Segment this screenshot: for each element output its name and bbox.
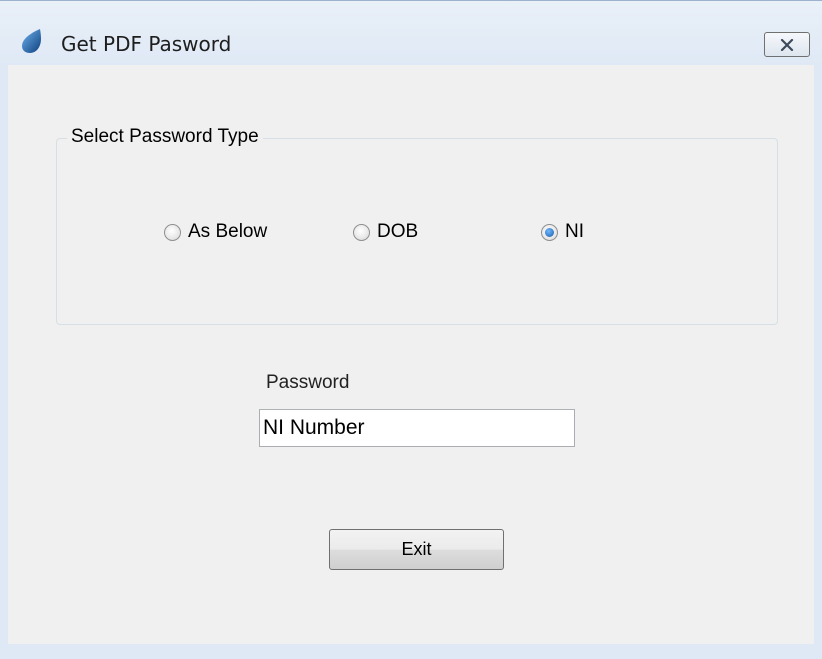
password-label: Password (266, 372, 350, 393)
radio-button-icon (353, 223, 370, 241)
get-pdf-password-window: Get PDF Pasword Select Password Type As … (0, 0, 822, 659)
radio-dob[interactable]: DOB (353, 221, 418, 243)
radio-button-icon (164, 223, 181, 241)
radio-label: DOB (377, 221, 419, 242)
window-client-area: Select Password Type As Below DOB NI Pas… (8, 65, 814, 644)
radio-button-checked-icon (541, 223, 558, 241)
radio-label: As Below (188, 221, 268, 242)
radio-as-below[interactable]: As Below (164, 221, 267, 243)
close-icon (780, 38, 794, 51)
water-drop-icon (22, 29, 41, 53)
close-button[interactable] (764, 32, 810, 57)
exit-button[interactable]: Exit (329, 529, 504, 570)
title-bar: Get PDF Pasword (0, 1, 822, 65)
password-input[interactable] (259, 409, 575, 447)
group-label: Select Password Type (67, 126, 263, 148)
radio-label: NI (565, 221, 584, 242)
window-title: Get PDF Pasword (61, 32, 232, 56)
radio-ni[interactable]: NI (541, 221, 584, 243)
